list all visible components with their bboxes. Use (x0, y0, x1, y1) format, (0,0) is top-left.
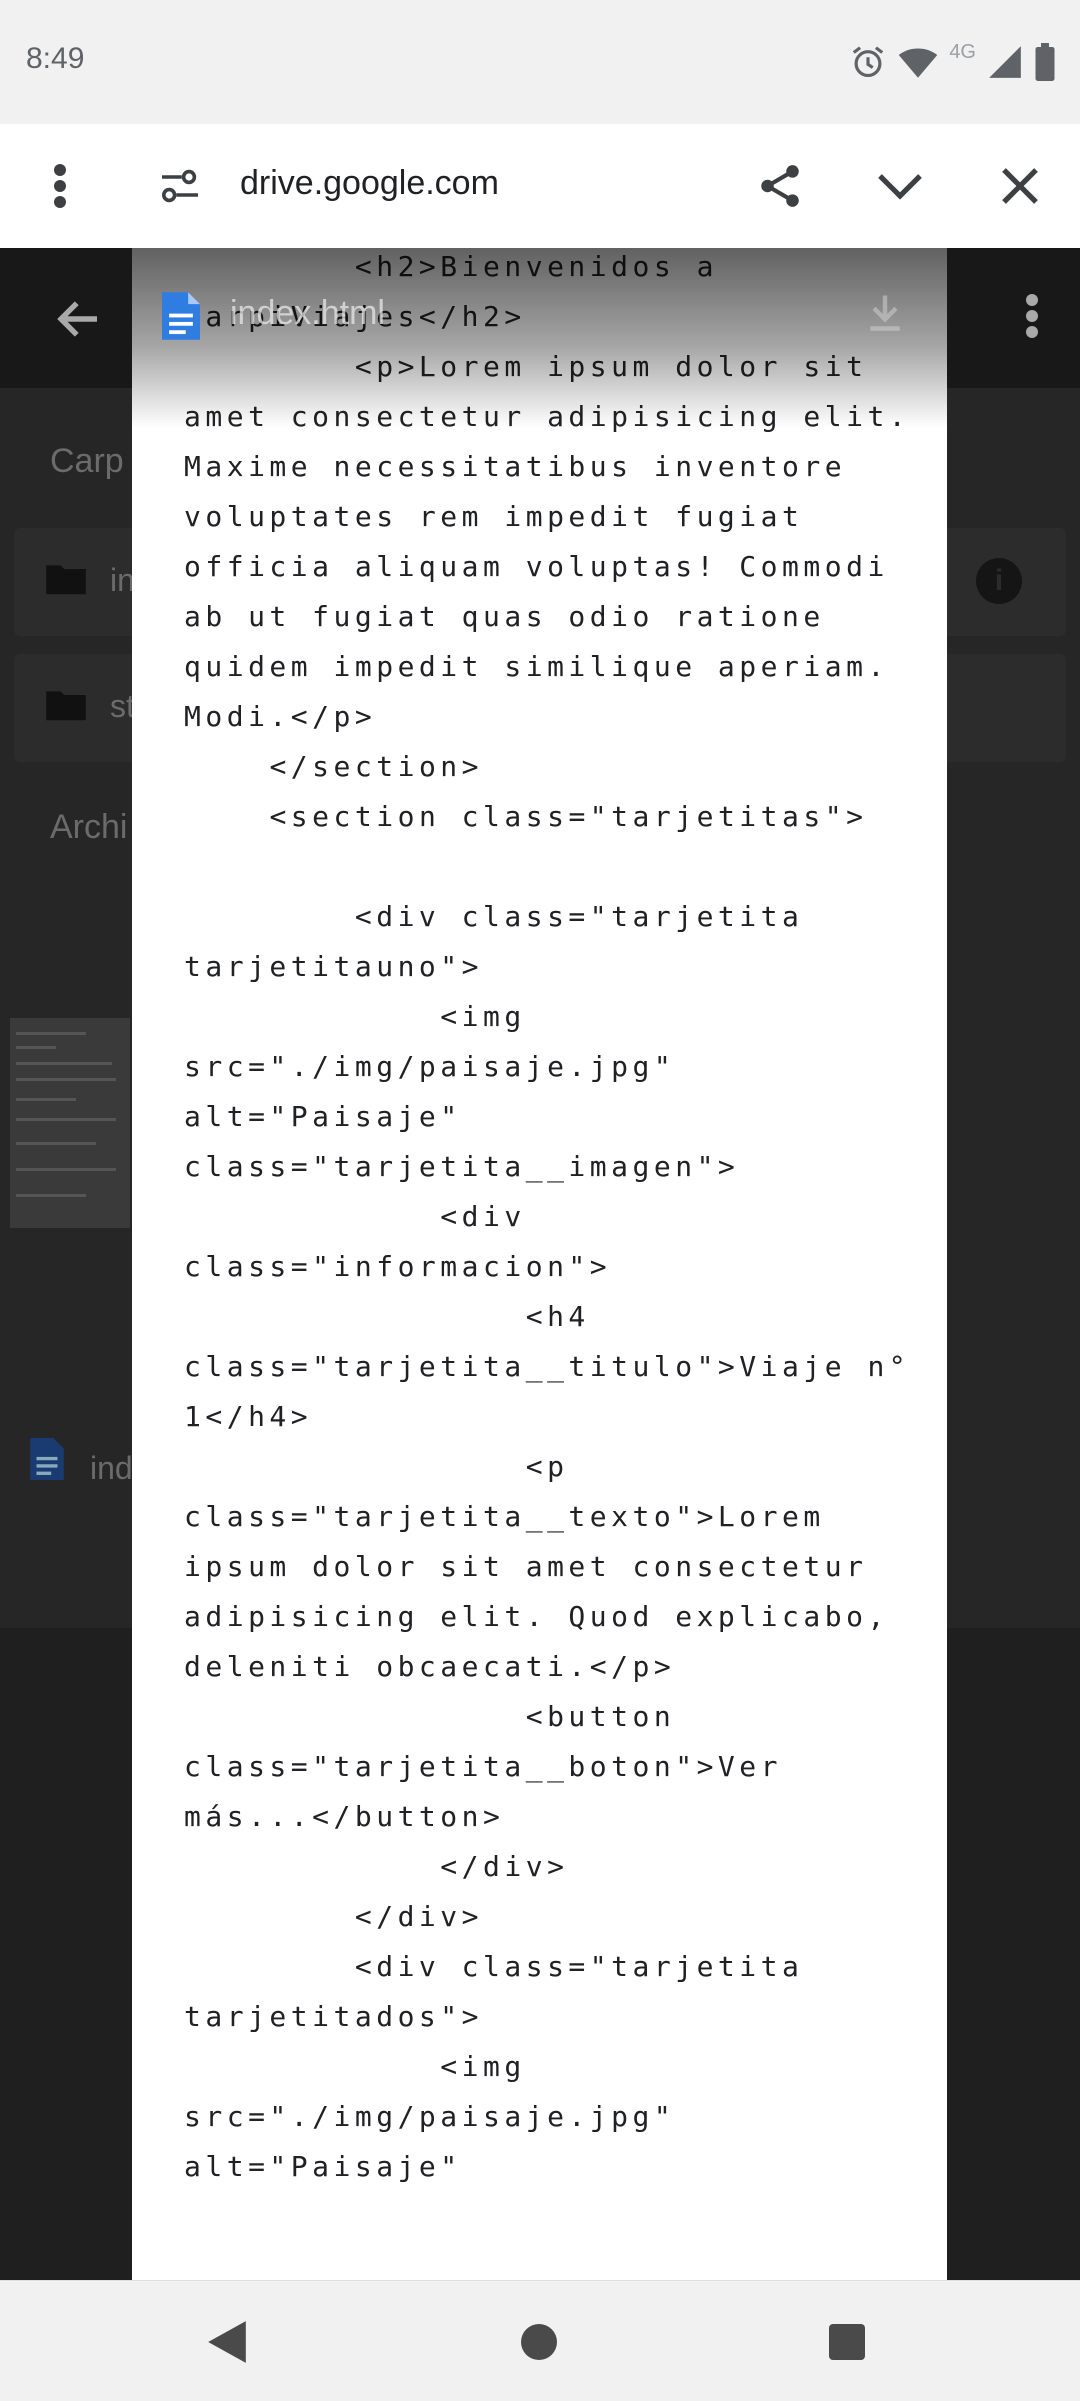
code-line: <h4 class="tarjetita__titulo">Viaje n° 1… (184, 1300, 932, 1433)
file-preview-sheet[interactable]: <h2>Bienvenidos a CarpiViajes</h2> <p>Lo… (132, 248, 947, 2280)
status-bar: 8:49 4G (0, 0, 1080, 124)
info-icon[interactable]: i (976, 558, 1022, 604)
folders-section-title: Carp (50, 442, 124, 480)
wifi-icon (897, 43, 939, 81)
code-line: <div class="tarjetita tarjetitados"> (184, 1950, 825, 2033)
code-line: <div class="informacion"> (184, 1200, 612, 1283)
code-line: </section> (184, 750, 484, 783)
code-line: <section class="tarjetitas"> (184, 800, 868, 833)
home-circle-icon[interactable] (512, 2315, 566, 2369)
share-icon[interactable] (748, 154, 812, 218)
status-time: 8:49 (26, 42, 85, 75)
code-line: <img src="./img/paisaje.jpg" alt="Paisaj… (184, 1000, 740, 1183)
download-icon[interactable] (863, 290, 907, 339)
status-icons: 4G (849, 40, 1056, 84)
code-line: <div class="tarjetita tarjetitauno"> (184, 900, 825, 983)
code-line: </div> (184, 1900, 484, 1933)
shared-folder-icon (44, 686, 88, 727)
code-line: <img src="./img/paisaje.jpg" alt="Paisaj… (184, 2050, 697, 2183)
code-line: <p class="tarjetita__texto">Lorem ipsum … (184, 1450, 911, 1683)
more-vert-icon[interactable] (28, 154, 92, 218)
alarm-icon (849, 43, 887, 81)
system-nav-bar (0, 2280, 1080, 2401)
google-docs-icon (162, 292, 200, 345)
chevron-down-icon[interactable] (868, 154, 932, 218)
back-triangle-icon[interactable] (200, 2315, 254, 2369)
recents-square-icon[interactable] (820, 2315, 874, 2369)
network-type-label: 4G (949, 40, 976, 63)
close-icon[interactable] (988, 154, 1052, 218)
drive-more-icon[interactable] (1024, 292, 1040, 345)
shared-folder-icon (44, 560, 88, 601)
code-line: <button class="tarjetita__boton">Ver más… (184, 1700, 804, 1833)
browser-toolbar: drive.google.com (0, 124, 1080, 249)
doc-file-icon (30, 1438, 64, 1485)
code-text: <h2>Bienvenidos a CarpiViajes</h2> <p>Lo… (184, 248, 924, 2192)
preview-header: index.html (132, 248, 947, 388)
file-thumbnail[interactable] (10, 1018, 130, 1228)
file-label: ind (90, 1450, 133, 1486)
back-arrow-icon[interactable] (52, 292, 106, 351)
url-text[interactable]: drive.google.com (240, 164, 499, 203)
code-line: </div> (184, 1850, 569, 1883)
files-section-title: Archi (50, 808, 128, 846)
battery-icon (1034, 43, 1056, 81)
page-info-icon[interactable] (148, 154, 212, 218)
cellular-signal-icon (986, 43, 1024, 81)
preview-file-name: index.html (230, 294, 385, 332)
